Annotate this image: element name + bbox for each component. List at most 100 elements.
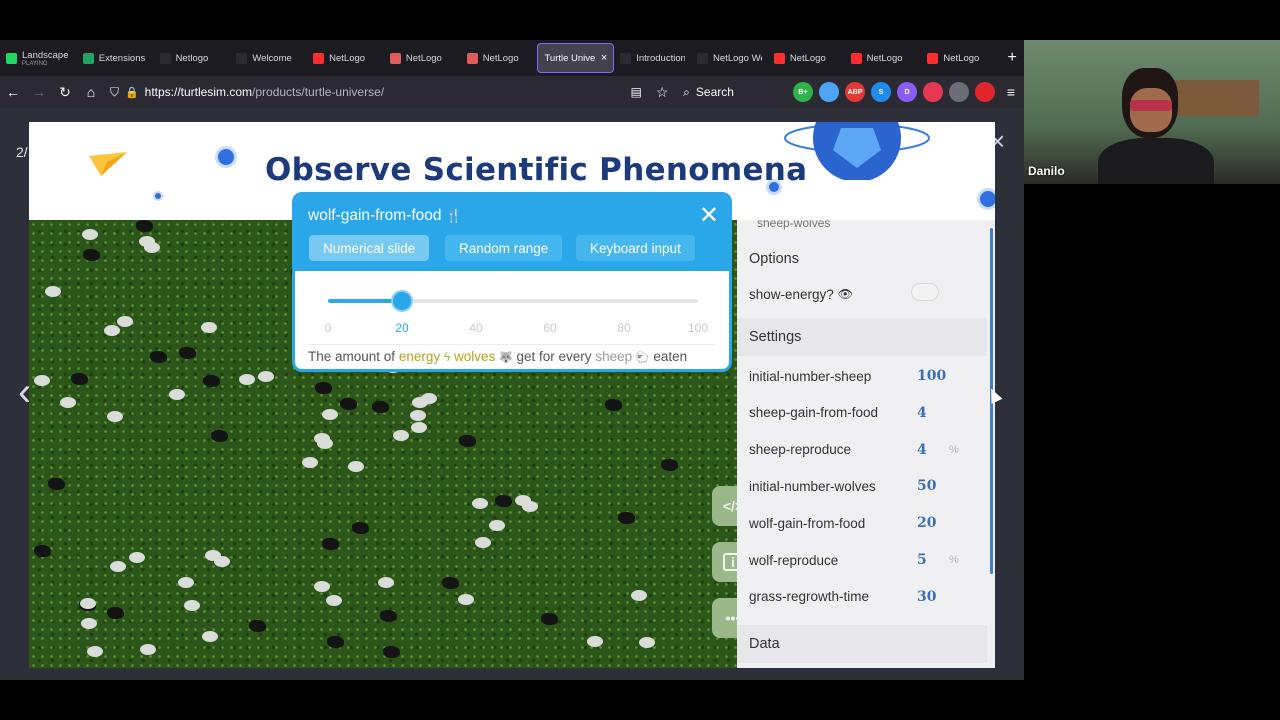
desc-sheep: sheep (595, 349, 633, 364)
browser-tab[interactable]: NetLogo (384, 43, 461, 73)
browser-tab-label: NetLogo (789, 52, 826, 64)
participant-name: Danilo (1028, 164, 1065, 178)
browser-tab[interactable]: Turtle Universe × (537, 43, 615, 73)
sheep-agent (410, 421, 427, 433)
extension-icon[interactable] (922, 82, 943, 102)
extension-icon[interactable] (818, 82, 839, 102)
paper-plane-icon (89, 152, 127, 176)
browser-tab[interactable]: NetLogo (921, 43, 998, 73)
more-button[interactable]: ••• (712, 598, 737, 638)
tab-numerical-slide[interactable]: Numerical slide (309, 235, 430, 261)
show-energy-toggle[interactable] (911, 283, 939, 301)
browser-tab[interactable]: NetLogo (461, 43, 538, 73)
wolf-agent (495, 494, 513, 507)
close-tab-icon[interactable]: × (601, 52, 607, 64)
browser-tab[interactable]: Netlogo (154, 43, 231, 73)
settings-panel: sheep-wolves Options show-energy? 👁 Sett… (737, 220, 995, 668)
youtube-icon (850, 52, 862, 64)
setting-row[interactable]: sheep-gain-from-food 4 (749, 401, 979, 425)
nav-bar: ← → ↻ ⌂ ⛉ 🔒 https://turtlesim.com/produc… (0, 76, 1024, 108)
browser-tab-label: NetLogo (943, 52, 980, 64)
sheep-agent (488, 520, 505, 532)
browser-tab[interactable]: NetLogo (845, 43, 922, 73)
url-host: https://turtlesim.com (144, 85, 253, 99)
wolf-agent (70, 372, 88, 385)
new-tab-button[interactable]: + (1000, 49, 1024, 67)
wolf-agent (379, 609, 397, 622)
setting-row[interactable]: wolf-gain-from-food 20 (749, 511, 979, 535)
dialog-close-button[interactable]: ✕ (699, 201, 719, 230)
setting-row[interactable]: sheep-reproduce 4% (749, 438, 979, 462)
sheep-agent (458, 593, 475, 605)
sheep-agent (33, 374, 50, 386)
sheep-agent (80, 597, 97, 609)
browser-tab-label: NetLogo (405, 52, 442, 64)
tab-keyboard-input[interactable]: Keyboard input (576, 235, 695, 261)
dialog-title: wolf-gain-from-food 🍴 (308, 207, 462, 225)
wolf-agent (540, 613, 558, 626)
browser-tab[interactable]: Extensions (77, 43, 154, 73)
slider-tick-label: 80 (617, 321, 631, 335)
setting-value: 30 (917, 588, 937, 605)
youtube-icon (313, 52, 325, 64)
parameter-description: The amount of energy ϟ wolves 🐺 get for … (308, 349, 687, 364)
sheep-agent (409, 409, 426, 421)
browser-tab[interactable]: NetLogo (768, 43, 845, 73)
desc-wolves: wolves (454, 349, 496, 364)
wolf-agent (314, 382, 332, 395)
extension-icon[interactable] (974, 82, 995, 102)
sheep-agent (117, 316, 134, 328)
setting-row[interactable]: initial-number-sheep 100 (749, 364, 979, 388)
home-icon[interactable]: ⌂ (78, 78, 104, 106)
code-button[interactable]: </> (712, 486, 737, 526)
slider-tick-label: 0 (324, 321, 332, 335)
wolf-agent (82, 249, 100, 262)
extension-icon[interactable]: ABP (844, 82, 865, 102)
sheep-agent (239, 373, 256, 385)
setting-value: 5 (917, 552, 927, 568)
browser-tab[interactable]: NetLogo Web (691, 43, 768, 73)
extension-icon[interactable] (948, 82, 969, 102)
slider-thumb[interactable] (391, 290, 413, 312)
info-button[interactable]: i (712, 542, 737, 582)
search-field[interactable]: ⌕ Search (683, 85, 776, 100)
setting-row[interactable]: initial-number-wolves 50 (749, 474, 979, 498)
browser-tab[interactable]: Landscape PLAYING (0, 43, 77, 73)
extension-icon[interactable]: D (896, 82, 917, 102)
wolf-agent (34, 545, 52, 558)
sheep-agent (110, 561, 127, 573)
wolf-agent (107, 606, 125, 619)
reader-view-icon[interactable]: ▤ (623, 78, 649, 106)
search-icon: ⌕ (683, 84, 690, 99)
extension-icon[interactable]: B+ (792, 82, 813, 102)
sheep-agent (347, 461, 364, 473)
forward-icon[interactable]: → (26, 78, 52, 106)
back-icon[interactable]: ← (0, 78, 26, 106)
slider-tick-label: 40 (469, 321, 483, 335)
blank-page-icon (697, 52, 709, 64)
wolf-icon: 🐺 (499, 352, 513, 364)
participant-video (1094, 60, 1214, 184)
setting-row[interactable]: grass-regrowth-time 30 (749, 585, 979, 609)
blank-page-icon (236, 52, 248, 64)
tab-random-range[interactable]: Random range (445, 235, 563, 261)
sheep-icon: 🐑 (635, 352, 650, 364)
bookmark-star-icon[interactable]: ☆ (649, 78, 675, 106)
extension-toolbar: B+ ABP S D (790, 82, 998, 102)
browser-tab-label: Netlogo (175, 52, 209, 64)
browser-tab[interactable]: Introduction to (614, 43, 691, 73)
options-header: Options (737, 240, 987, 278)
browser-tab[interactable]: Welcome (230, 43, 307, 73)
setting-row[interactable]: wolf-reproduce 5% (749, 548, 979, 572)
extension-icon[interactable]: S (870, 82, 891, 102)
menu-icon[interactable]: ≡ (998, 78, 1024, 106)
panel-top-cutoff: sheep-wolves (757, 220, 831, 230)
reload-icon[interactable]: ↻ (52, 78, 78, 106)
sheep-agent (412, 396, 429, 408)
wolf-agent (441, 576, 459, 589)
divider (308, 344, 716, 345)
browser-tab[interactable]: NetLogo (307, 43, 384, 73)
wolf-agent (352, 522, 370, 535)
url-bar[interactable]: ⛉ 🔒 https://turtlesim.com/products/turtl… (104, 79, 513, 105)
browser-tab-label: Welcome (252, 52, 292, 64)
